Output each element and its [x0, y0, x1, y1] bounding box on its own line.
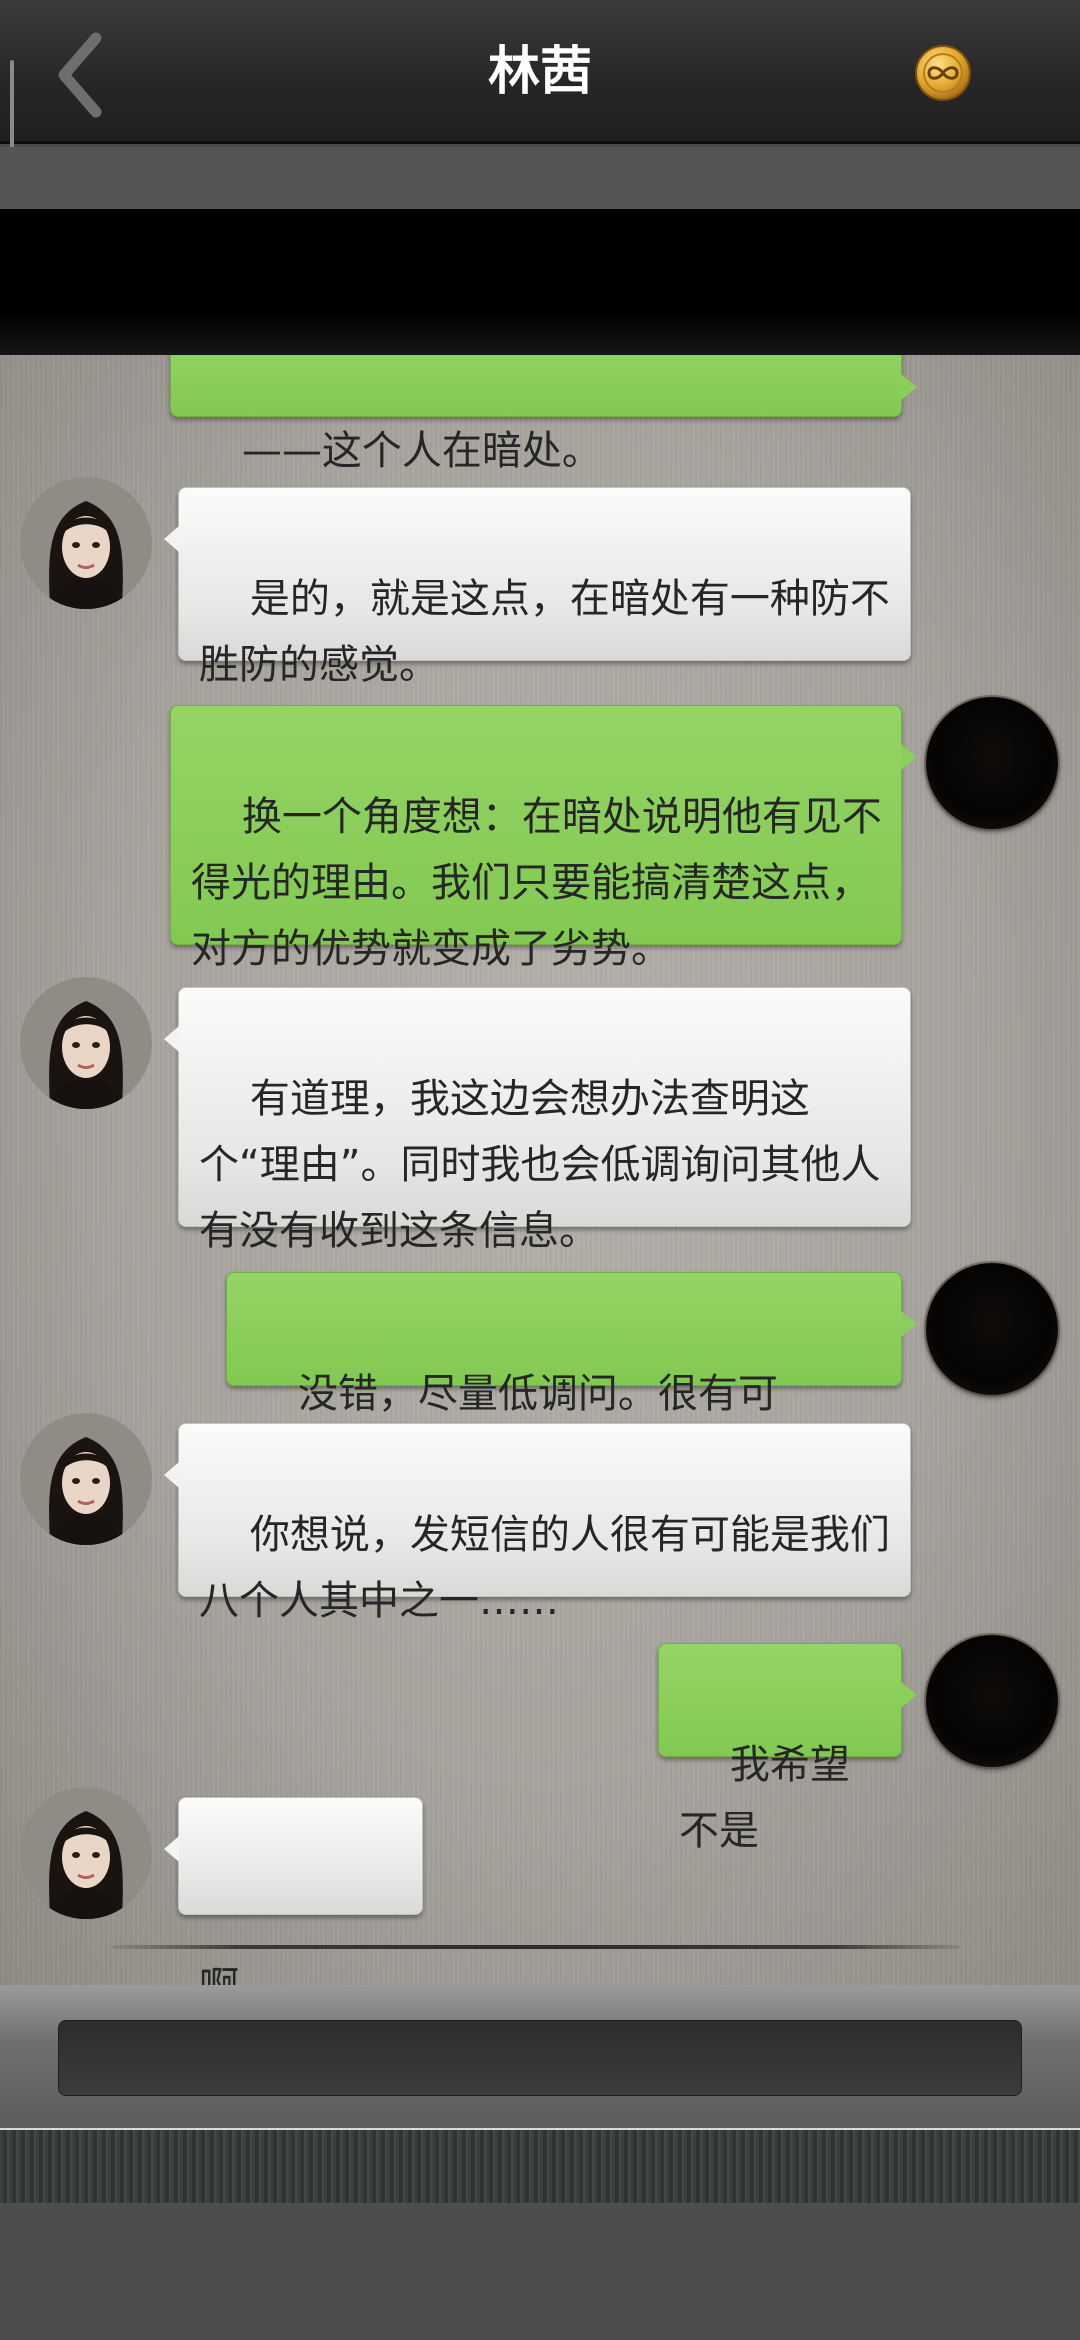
- message-bubble-outgoing: 我希望不是: [658, 1643, 917, 1854]
- user-avatar[interactable]: [926, 1263, 1058, 1395]
- user-avatar[interactable]: [926, 1635, 1058, 1767]
- sub-bar: [0, 147, 1080, 209]
- user-avatar[interactable]: [926, 697, 1058, 829]
- notification-band: [0, 209, 1080, 355]
- bottom-area: [0, 2203, 1080, 2340]
- message-bubble-incoming: 有道理，我这边会想办法查明这个“理由”。同时我也会低调询问其他人有没有收到这条信…: [164, 987, 911, 1254]
- message-input[interactable]: [58, 2020, 1022, 2096]
- contact-avatar[interactable]: [20, 477, 152, 609]
- message-text: 你想说，发短信的人很有可能是我们八个人其中之一……: [199, 1512, 890, 1624]
- infinity-coin-button[interactable]: [914, 44, 972, 102]
- woman-portrait-icon: [20, 977, 152, 1109]
- woman-portrait-icon: [20, 477, 152, 609]
- message-text: 啊…………: [199, 1964, 399, 1985]
- message-bubble-incoming: 是的，就是这点，在暗处有一种防不胜防的感觉。: [164, 487, 911, 688]
- message-bubble-outgoing: 没错，尽量低调问。很有可能……: [226, 1272, 917, 1483]
- chat-end-divider: [112, 1945, 960, 1949]
- message-bubble-incoming: 啊…………: [164, 1797, 423, 1985]
- message-text: 是的，就是这点，在暗处有一种防不胜防的感觉。: [199, 576, 890, 688]
- message-bubble-outgoing: 换一个角度想：在暗处说明他有见不得光的理由。我们只要能搞清楚这点，对方的优势就变…: [170, 705, 917, 972]
- chat-area[interactable]: ——这个人在暗处。 是的，就是这点，在暗处有一种防不胜防的感觉。 换一个角度想：…: [0, 355, 1080, 1985]
- woman-portrait-icon: [20, 1413, 152, 1545]
- infinity-coin-icon: [915, 45, 971, 101]
- message-bubble-outgoing: ——这个人在暗处。: [170, 355, 917, 474]
- message-text: 我希望不是: [679, 1742, 850, 1854]
- woman-portrait-icon: [20, 1787, 152, 1919]
- message-text: 换一个角度想：在暗处说明他有见不得光的理由。我们只要能搞清楚这点，对方的优势就变…: [191, 794, 882, 972]
- contact-avatar[interactable]: [20, 1787, 152, 1919]
- contact-avatar[interactable]: [20, 1413, 152, 1545]
- contact-avatar[interactable]: [20, 977, 152, 1109]
- message-text: 有道理，我这边会想办法查明这个“理由”。同时我也会低调询问其他人有没有收到这条信…: [199, 1076, 881, 1254]
- message-text: ——这个人在暗处。: [241, 428, 602, 474]
- message-bubble-incoming: 你想说，发短信的人很有可能是我们八个人其中之一……: [164, 1423, 911, 1624]
- top-bar: 林茜: [0, 0, 1080, 150]
- bottom-panel: [0, 2128, 1080, 2203]
